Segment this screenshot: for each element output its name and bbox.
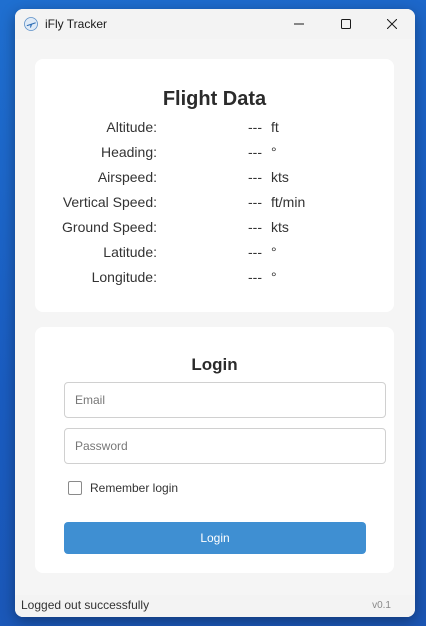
vertical-speed-label: Vertical Speed: bbox=[62, 194, 157, 210]
app-window: iFly Tracker Flight Data Altitude: --- f… bbox=[15, 9, 415, 617]
flight-data-title: Flight Data bbox=[162, 88, 267, 110]
ground-speed-label: Ground Speed: bbox=[62, 219, 157, 235]
airspeed-row: Airspeed: --- kts bbox=[35, 167, 394, 187]
airplane-icon bbox=[24, 17, 38, 31]
longitude-value: --- bbox=[248, 269, 262, 285]
login-title: Login bbox=[191, 355, 238, 374]
latitude-label: Latitude: bbox=[103, 244, 157, 260]
vertical-speed-unit: ft/min bbox=[271, 194, 306, 210]
remember-login-label: Remember login bbox=[90, 481, 179, 495]
title-bar[interactable]: iFly Tracker bbox=[15, 9, 415, 39]
close-icon bbox=[387, 19, 397, 29]
altitude-label: Altitude: bbox=[106, 119, 157, 135]
altitude-row: Altitude: --- ft bbox=[35, 117, 394, 137]
remember-login-checkbox[interactable] bbox=[68, 481, 82, 495]
longitude-unit: ° bbox=[271, 269, 277, 285]
latitude-row: Latitude: --- ° bbox=[35, 242, 394, 262]
altitude-unit: ft bbox=[271, 119, 279, 135]
airspeed-unit: kts bbox=[271, 169, 289, 185]
latitude-value: --- bbox=[248, 244, 262, 260]
altitude-value: --- bbox=[248, 119, 262, 135]
minimize-icon bbox=[294, 23, 304, 25]
heading-label: Heading: bbox=[100, 144, 157, 160]
airspeed-label: Airspeed: bbox=[97, 169, 157, 185]
main-content: Flight Data Altitude: --- ft Heading: --… bbox=[15, 39, 415, 595]
ground-speed-row: Ground Speed: --- kts bbox=[35, 217, 394, 237]
latitude-unit: ° bbox=[271, 244, 277, 260]
vertical-speed-row: Vertical Speed: --- ft/min bbox=[35, 192, 394, 212]
remember-login-option[interactable]: Remember login bbox=[68, 480, 178, 496]
heading-value: --- bbox=[248, 144, 262, 160]
airspeed-value: --- bbox=[248, 169, 262, 185]
close-button[interactable] bbox=[369, 9, 415, 39]
ground-speed-value: --- bbox=[248, 219, 262, 235]
login-button[interactable]: Login bbox=[64, 522, 366, 554]
login-card: Login Remember login Login bbox=[35, 327, 394, 573]
maximize-icon bbox=[341, 19, 351, 29]
window-title: iFly Tracker bbox=[45, 17, 108, 31]
minimize-button[interactable] bbox=[276, 9, 322, 39]
password-field[interactable] bbox=[64, 428, 386, 464]
flight-data-card: Flight Data Altitude: --- ft Heading: --… bbox=[35, 59, 394, 312]
ground-speed-unit: kts bbox=[271, 219, 289, 235]
email-field[interactable] bbox=[64, 382, 386, 418]
heading-unit: ° bbox=[271, 144, 277, 160]
status-bar: Logged out successfully v0.1 bbox=[15, 595, 415, 617]
version-label: v0.1 bbox=[372, 600, 391, 611]
status-message: Logged out successfully bbox=[21, 598, 150, 612]
maximize-button[interactable] bbox=[323, 9, 369, 39]
longitude-label: Longitude: bbox=[91, 269, 157, 285]
heading-row: Heading: --- ° bbox=[35, 142, 394, 162]
longitude-row: Longitude: --- ° bbox=[35, 267, 394, 287]
vertical-speed-value: --- bbox=[248, 194, 262, 210]
